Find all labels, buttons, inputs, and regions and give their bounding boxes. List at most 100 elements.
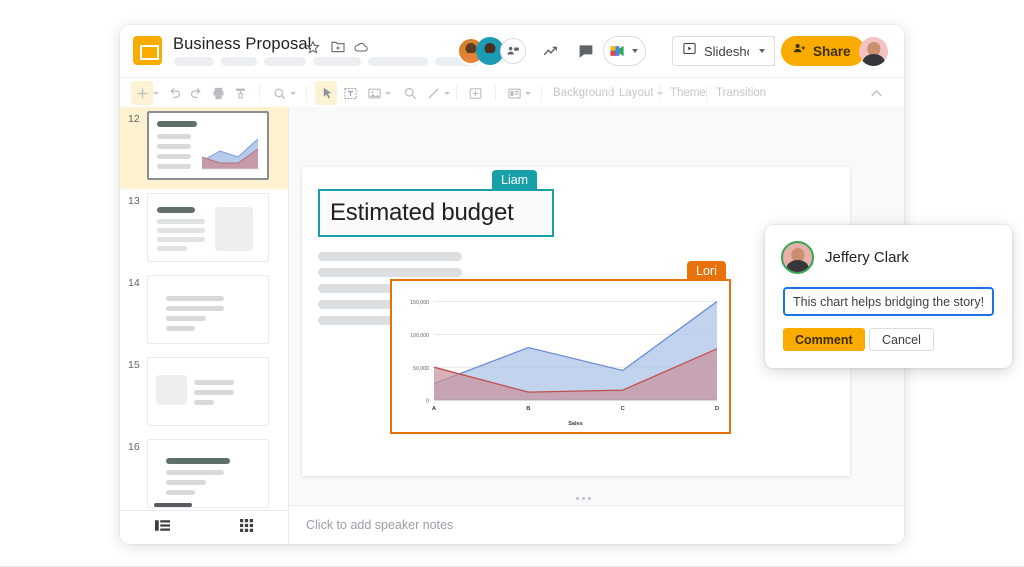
new-slide-button[interactable] (135, 83, 159, 103)
speaker-notes-area[interactable]: Click to add speaker notes (289, 505, 904, 544)
selected-chart-object[interactable]: Lori 050,000100,000150,000ABCDSales (390, 279, 731, 434)
comment-input-value: This chart helps bridging the story! (793, 295, 984, 309)
slide-preview (147, 193, 269, 262)
paint-format-button[interactable] (233, 83, 248, 103)
comment-cancel-button[interactable]: Cancel (869, 328, 934, 351)
layout-preset-button[interactable] (507, 83, 531, 103)
panel-scrollbar[interactable] (154, 503, 192, 507)
add-comment-button[interactable] (468, 83, 483, 103)
theme-button[interactable]: Theme (670, 83, 706, 103)
insert-image-tool[interactable] (367, 83, 391, 103)
commenter-avatar (781, 241, 814, 274)
layout-label: Layout (619, 87, 654, 99)
slideshow-options-button[interactable] (749, 36, 775, 66)
redo-button[interactable] (189, 83, 204, 103)
toolbar-divider-7 (660, 85, 661, 101)
grid-view-button[interactable] (205, 519, 290, 537)
user-account-avatar[interactable] (859, 37, 888, 66)
comment-submit-button[interactable]: Comment (783, 328, 865, 351)
mini-chart (196, 131, 264, 173)
print-button[interactable] (211, 83, 226, 103)
comment-cancel-label: Cancel (882, 333, 921, 347)
slide-thumbnail-16[interactable]: 16 (120, 435, 289, 517)
svg-text:150,000: 150,000 (410, 300, 429, 306)
zoom-chevron-down-icon (290, 92, 296, 95)
slide-thumbnail-panel[interactable]: 12 (120, 107, 289, 544)
layout-preset-chevron-down-icon (525, 92, 531, 95)
screenshot-root: Business Proposal (0, 0, 1024, 567)
transition-button[interactable]: Transition (716, 83, 766, 103)
toolbar-divider-2 (306, 85, 307, 101)
slide-preview (147, 357, 269, 426)
slide-thumbnail-15[interactable]: 15 (120, 353, 289, 435)
comment-submit-label: Comment (795, 333, 853, 347)
collapse-toolbar-button[interactable] (869, 83, 884, 103)
collaborator-tag-lori: Lori (687, 261, 726, 280)
google-slides-logo (133, 36, 162, 65)
present-icon (682, 41, 697, 61)
present-to-collaborators-button[interactable] (500, 38, 526, 64)
slide-preview (147, 275, 269, 344)
slide-number: 14 (128, 277, 140, 289)
menu-placeholder-file[interactable] (174, 57, 214, 66)
svg-text:50,000: 50,000 (413, 366, 429, 372)
move-to-folder-icon[interactable] (330, 39, 346, 55)
menu-placeholder-insert[interactable] (313, 57, 361, 66)
layout-button[interactable]: Layout (619, 83, 663, 103)
slide-thumbnail-13[interactable]: 13 (120, 189, 289, 271)
svg-text:0: 0 (426, 399, 429, 405)
slide-number: 13 (128, 195, 140, 207)
background-button[interactable]: Background (553, 83, 614, 103)
slide-preview (147, 111, 269, 180)
grid-view-icon (239, 519, 254, 537)
menu-placeholder-format[interactable] (368, 57, 428, 66)
slide-title-textbox[interactable]: Estimated budget (318, 189, 554, 237)
filmstrip-view-icon (155, 519, 170, 537)
select-tool[interactable] (320, 83, 335, 103)
notes-resize-handle[interactable] (572, 496, 594, 500)
background-label: Background (553, 87, 614, 99)
slide-number: 16 (128, 441, 140, 453)
filmstrip-view-button[interactable] (120, 519, 205, 537)
body-bar (318, 268, 462, 277)
chevron-down-icon (759, 49, 765, 53)
google-meet-button[interactable] (603, 36, 646, 66)
image-chevron-down-icon (385, 92, 391, 95)
zoom-button[interactable] (272, 83, 296, 103)
share-label: Share (813, 44, 851, 59)
svg-text:B: B (526, 406, 530, 412)
toolbar-divider-5 (541, 85, 542, 101)
star-icon[interactable] (305, 39, 321, 55)
text-box-tool[interactable] (343, 83, 358, 103)
svg-text:D: D (715, 406, 719, 412)
transition-label: Transition (716, 87, 766, 99)
slide-number: 15 (128, 359, 140, 371)
shape-tool[interactable] (403, 83, 418, 103)
cloud-saved-icon[interactable] (353, 39, 369, 55)
svg-text:A: A (432, 406, 437, 412)
toolbar-divider-8 (706, 85, 707, 101)
line-tool[interactable] (426, 83, 450, 103)
menu-placeholder-edit[interactable] (221, 57, 257, 66)
new-slide-chevron-down-icon (153, 92, 159, 95)
svg-text:C: C (621, 406, 626, 412)
app-header: Business Proposal (120, 25, 904, 77)
document-title[interactable]: Business Proposal (173, 35, 311, 54)
undo-button[interactable] (167, 83, 182, 103)
slide-panel-footer (120, 510, 289, 544)
slide-thumbnail-14[interactable]: 14 (120, 271, 289, 353)
speaker-notes-placeholder: Click to add speaker notes (306, 518, 453, 532)
slide-number: 12 (128, 113, 140, 125)
comment-author-row: Jeffery Clark (781, 241, 909, 274)
slide-preview (147, 439, 269, 508)
theme-label: Theme (670, 87, 706, 99)
share-button[interactable]: Share (781, 36, 865, 66)
toolbar-divider-3 (456, 85, 457, 101)
comment-history-icon[interactable] (573, 38, 599, 64)
activity-dashboard-icon[interactable] (538, 38, 564, 64)
comment-input[interactable]: This chart helps bridging the story! (783, 287, 994, 316)
slide-thumbnail-12[interactable]: 12 (120, 107, 289, 189)
area-chart: 050,000100,000150,000ABCDSales (392, 281, 729, 432)
menu-placeholder-view[interactable] (264, 57, 306, 66)
toolbar-divider-6 (609, 85, 610, 101)
